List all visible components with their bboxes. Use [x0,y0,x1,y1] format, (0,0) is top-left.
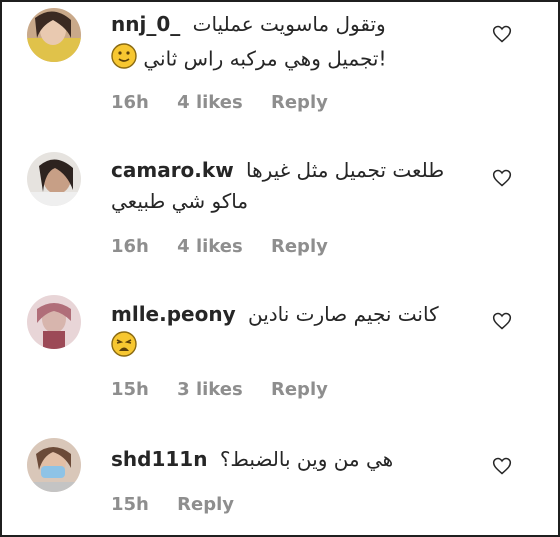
reply-button[interactable]: Reply [271,379,328,400]
like-heart-icon[interactable] [492,168,512,188]
comment-username[interactable]: mlle.peony [111,302,236,326]
comment-time: 15h [111,379,149,400]
comment-text: كانت نجيم صارت نادين [247,302,439,326]
comment-likes[interactable]: 4 likes [177,92,243,113]
slightly-smiling-face-icon [111,43,137,77]
comment-text-continued: !تجميل وهي مركبه راس ثاني [143,46,387,71]
like-heart-icon[interactable] [492,24,512,44]
reply-button[interactable]: Reply [177,494,234,515]
comment-text: طلعت تجميل مثل غيرها [246,158,445,182]
avatar[interactable] [27,438,81,492]
comment-likes[interactable]: 3 likes [177,379,243,400]
comment-username[interactable]: nnj_0_ [111,12,180,36]
comment-text: وتقول ماسويت عمليات [192,12,386,36]
comment-text: هي من وين بالضبط؟ [219,447,394,471]
comment-likes[interactable]: 4 likes [177,236,243,257]
like-heart-icon[interactable] [492,456,512,476]
comment-username[interactable]: camaro.kw [111,158,234,182]
comment-time: 16h [111,92,149,113]
avatar[interactable] [27,295,81,349]
reply-button[interactable]: Reply [271,236,328,257]
comment-time: 15h [111,494,149,515]
like-heart-icon[interactable] [492,311,512,331]
comment-text-continued: ماكو شي طبيعي [111,189,249,213]
avatar[interactable] [27,152,81,206]
avatar[interactable] [27,8,81,62]
comment-time: 16h [111,236,149,257]
reply-button[interactable]: Reply [271,92,328,113]
comment-username[interactable]: shd111n [111,447,207,471]
tired-face-icon [111,331,137,365]
